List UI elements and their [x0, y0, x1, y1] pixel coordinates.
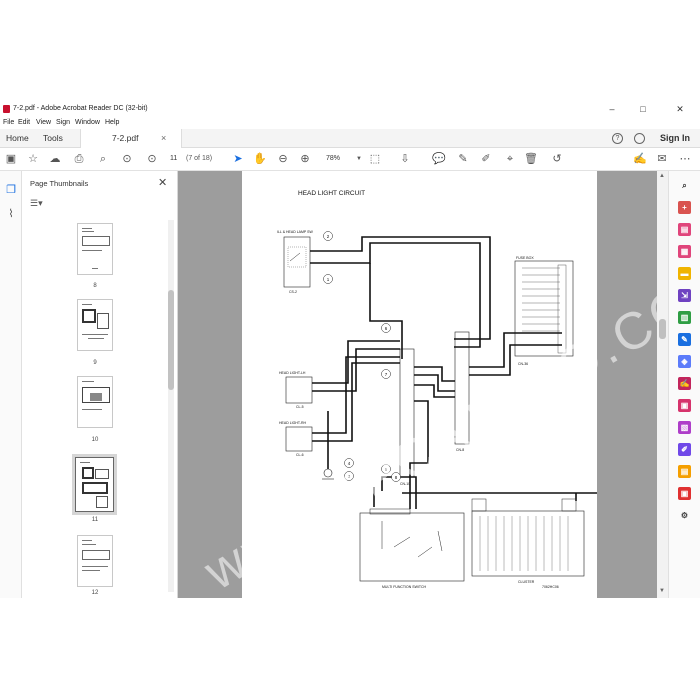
combine-files-icon[interactable]: ▤: [678, 223, 691, 236]
thumbnail-label: 10: [91, 437, 99, 443]
select-cursor-icon[interactable]: ➤: [231, 152, 245, 166]
tab-close-icon[interactable]: ×: [161, 129, 166, 148]
page-thumbnails-panel: Page Thumbnails ✕ ☰▾ 8 9 10 11 12: [22, 171, 178, 598]
scan-ocr-icon[interactable]: ◈: [678, 355, 691, 368]
thumbnail-label: 8: [93, 283, 97, 289]
send-for-review-icon[interactable]: ▤: [678, 465, 691, 478]
panel-scroll-thumb[interactable]: [168, 290, 174, 390]
more-tools-icon[interactable]: ⚙: [678, 509, 691, 522]
toolbar: ▣ ☆ ☁ ⎙ ⌕ ⊙ ⊙ 11 (7 of 18) ➤ ✋ ⊖ ⊕ 78% ▼…: [0, 148, 700, 171]
notifications-icon[interactable]: [634, 133, 645, 144]
maximize-button[interactable]: □: [633, 103, 653, 115]
fill-and-sign-icon[interactable]: ✍: [678, 377, 691, 390]
thumbnail-page-9[interactable]: [77, 299, 113, 351]
tab-tools[interactable]: Tools: [43, 129, 63, 148]
watermark-text: www.EPCATEPO.COM: [194, 249, 657, 598]
watermark-overlay: www.EPCATEPO.COM: [194, 249, 657, 598]
fit-page-icon[interactable]: ⬚: [368, 152, 382, 166]
tab-bar: Home Tools 7-2.pdf × ? Sign In: [0, 129, 700, 148]
menu-file[interactable]: File: [3, 119, 14, 126]
thumbnail-label: 9: [93, 360, 97, 366]
close-window-button[interactable]: ✕: [670, 103, 690, 115]
menu-help[interactable]: Help: [105, 119, 119, 126]
next-page-icon[interactable]: ⊙: [145, 152, 159, 166]
save-icon[interactable]: ▣: [4, 152, 18, 166]
compress-pdf-icon[interactable]: ▧: [678, 421, 691, 434]
comment-tool-icon[interactable]: ▬: [678, 267, 691, 280]
tab-home[interactable]: Home: [6, 129, 29, 148]
hand-tool-icon[interactable]: ✋: [253, 152, 267, 166]
print-icon[interactable]: ⎙: [72, 152, 86, 166]
thumbnail-page-10[interactable]: [77, 376, 113, 428]
document-view[interactable]: HEAD LIGHT CIRCUIT ILL & HEAD LAMP SW CS…: [178, 171, 657, 598]
menu-edit[interactable]: Edit: [18, 119, 30, 126]
tab-document[interactable]: 7-2.pdf ×: [80, 129, 182, 148]
document-scroll-thumb[interactable]: [659, 319, 666, 339]
acrobat-window: 7-2.pdf - Adobe Acrobat Reader DC (32-bi…: [0, 101, 700, 598]
title-bar: 7-2.pdf - Adobe Acrobat Reader DC (32-bi…: [0, 101, 700, 117]
prepare-form-icon[interactable]: ✐: [678, 443, 691, 456]
bookmark-star-icon[interactable]: ☆: [26, 152, 40, 166]
page-number-input[interactable]: 11: [170, 153, 184, 165]
zoom-out-icon[interactable]: ⊖: [276, 152, 290, 166]
menu-window[interactable]: Window: [75, 119, 100, 126]
page-count-label: (7 of 18): [186, 155, 213, 162]
thumbnail-page-8[interactable]: [77, 223, 113, 275]
request-signatures-icon[interactable]: ✎: [678, 333, 691, 346]
help-icon[interactable]: ?: [612, 133, 623, 144]
scroll-up-icon[interactable]: ▲: [659, 173, 665, 179]
delete-icon[interactable]: 🗑: [524, 152, 538, 166]
zoom-dropdown-icon[interactable]: ▼: [356, 156, 362, 162]
document-scrollbar[interactable]: ▲ ▼: [657, 171, 668, 598]
panel-close-icon[interactable]: ✕: [158, 176, 167, 189]
menu-view[interactable]: View: [36, 119, 51, 126]
export-pdf-icon[interactable]: ⇲: [678, 289, 691, 302]
left-navigation-rail: ❐ ⌇: [0, 171, 22, 598]
share-email-icon[interactable]: ✉: [655, 152, 669, 166]
thumbnail-label: 11: [91, 517, 99, 523]
zoom-search-icon[interactable]: ⌕: [96, 152, 110, 166]
scroll-down-icon[interactable]: ▼: [659, 588, 665, 594]
scroll-mode-icon[interactable]: ⇩: [398, 152, 412, 166]
zoom-level-select[interactable]: 78%: [326, 153, 340, 165]
fill-sign-icon[interactable]: ✍: [633, 152, 647, 166]
protect-icon[interactable]: ▣: [678, 399, 691, 412]
right-tools-rail: ⌕ + ▤ ▦ ▬ ⇲ ▥ ✎ ◈ ✍ ▣ ▧ ✐ ▤ ▣ ⚙: [668, 171, 700, 598]
highlight-pen-icon[interactable]: ✎: [456, 152, 470, 166]
page-thumbnails-icon[interactable]: ❐: [4, 183, 18, 197]
minimize-button[interactable]: –: [602, 103, 622, 115]
zoom-in-icon[interactable]: ⊕: [298, 152, 312, 166]
tab-document-label: 7-2.pdf: [112, 133, 139, 143]
previous-page-icon[interactable]: ⊙: [120, 152, 134, 166]
thumbnail-page-12[interactable]: [77, 535, 113, 587]
menu-sign[interactable]: Sign: [56, 119, 70, 126]
draw-icon[interactable]: ✐: [479, 152, 493, 166]
thumbnail-label: 12: [91, 590, 99, 596]
stamp-icon[interactable]: ⌖: [503, 152, 517, 166]
create-pdf-icon[interactable]: +: [678, 201, 691, 214]
panel-scrollbar[interactable]: [168, 220, 174, 592]
comment-icon[interactable]: 💬: [432, 152, 446, 166]
attachments-icon[interactable]: ⌇: [4, 207, 18, 221]
edit-pdf-icon[interactable]: ▥: [678, 311, 691, 324]
upload-icon[interactable]: ☁: [48, 152, 62, 166]
thumbnail-page-11[interactable]: [75, 457, 114, 512]
more-options-icon[interactable]: ⋯: [678, 152, 692, 166]
stamp-tool-icon[interactable]: ▣: [678, 487, 691, 500]
thumbnail-options-icon[interactable]: ☰▾: [30, 198, 43, 209]
menu-bar: File Edit View Sign Window Help: [0, 117, 700, 129]
organize-pages-icon[interactable]: ▦: [678, 245, 691, 258]
window-title: 7-2.pdf - Adobe Acrobat Reader DC (32-bi…: [13, 105, 148, 112]
sign-in-button[interactable]: Sign In: [660, 129, 690, 148]
undo-icon[interactable]: ↺: [550, 152, 564, 166]
panel-title: Page Thumbnails: [30, 179, 89, 188]
acrobat-app-icon: [3, 105, 10, 113]
search-zoom-icon[interactable]: ⌕: [678, 179, 691, 192]
